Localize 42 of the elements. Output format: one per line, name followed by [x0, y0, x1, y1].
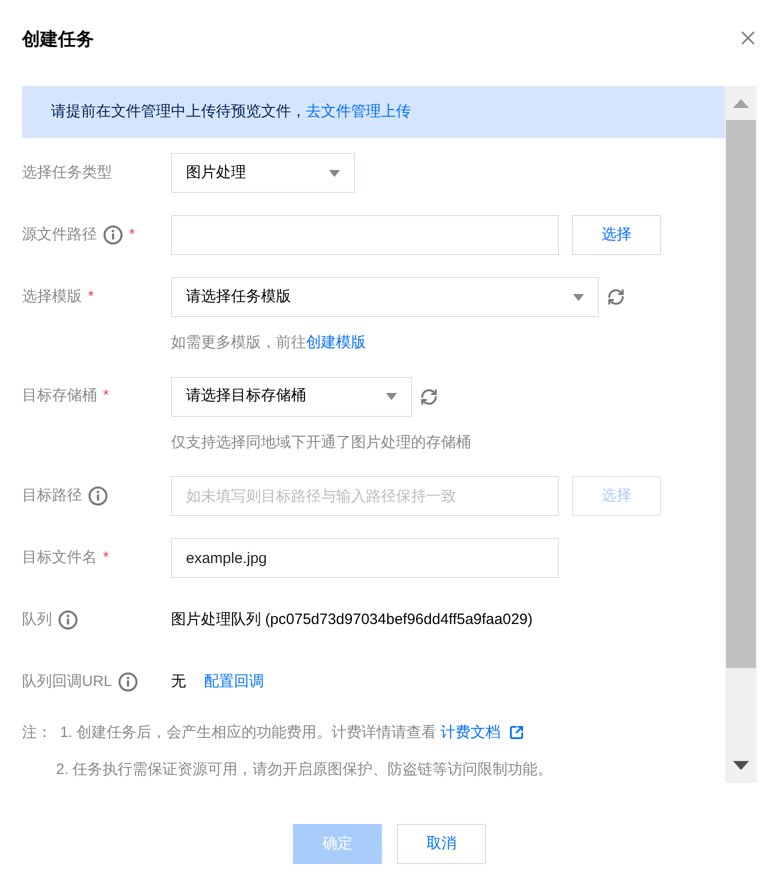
hint-text: 仅支持选择同地域下开通了图片处理的存储桶	[171, 432, 471, 452]
field-label: 源文件路径	[22, 224, 97, 245]
field-label: 目标存储桶	[22, 386, 97, 406]
select-field[interactable]: 图片处理	[171, 153, 355, 193]
select-field[interactable]: 请选择任务模版	[171, 277, 599, 317]
caret-icon	[573, 294, 584, 300]
external-link-icon[interactable]	[508, 725, 524, 740]
scroll-down-icon[interactable]	[733, 761, 749, 770]
create-template-link[interactable]: 创建模版	[306, 334, 366, 351]
required-mark: *	[103, 386, 109, 406]
input-field[interactable]: 如未填写则目标路径与输入路径保持一致	[171, 476, 559, 516]
field-value: 无	[171, 672, 186, 692]
scroll-up-icon[interactable]	[733, 99, 749, 108]
field-value: 图片处理队列 (pc075d73d97034bef96dd4ff5a9faa029)	[171, 610, 533, 630]
scrollbar[interactable]	[725, 86, 757, 783]
banner-text: 请提前在文件管理中上传待预览文件，去文件管理上传	[51, 102, 411, 122]
dialog-title: 创建任务	[22, 28, 94, 51]
cancel-button[interactable]: 取消	[397, 824, 486, 864]
select-button[interactable]: 选择	[572, 215, 661, 255]
billing-doc-link[interactable]: 计费文档	[440, 714, 501, 751]
configure-link[interactable]: 配置回调	[204, 670, 264, 694]
required-mark: *	[103, 548, 109, 568]
note-text: 2. 任务执行需保证资源可用，请勿开启原图保护、防盗链等访问限制功能。	[56, 760, 553, 780]
hint-text: 如需更多模版，前往创建模版	[171, 333, 367, 353]
required-mark: *	[129, 224, 135, 245]
caret-icon	[329, 170, 340, 176]
scrollbar-thumb[interactable]	[726, 120, 756, 668]
field-label: 目标文件名	[22, 548, 97, 568]
caret-icon	[386, 393, 397, 400]
select-field[interactable]: 请选择目标存储桶	[171, 376, 412, 416]
field-label: 队列回调URL	[22, 672, 112, 692]
field-label: 选择模版	[22, 286, 82, 307]
field-label: 队列	[22, 610, 52, 630]
note-text: 1. 创建任务后，会产生相应的功能费用。计费详情请查看	[60, 723, 437, 743]
upload-link[interactable]: 去文件管理上传	[306, 102, 411, 120]
field-label: 目标路径	[22, 486, 82, 506]
refresh-icon[interactable]	[607, 288, 625, 306]
required-mark: *	[88, 286, 94, 307]
input-field[interactable]: example.jpg	[171, 538, 559, 578]
input-field[interactable]	[171, 215, 559, 255]
refresh-icon[interactable]	[420, 388, 438, 406]
field-label: 选择任务类型	[22, 162, 112, 183]
